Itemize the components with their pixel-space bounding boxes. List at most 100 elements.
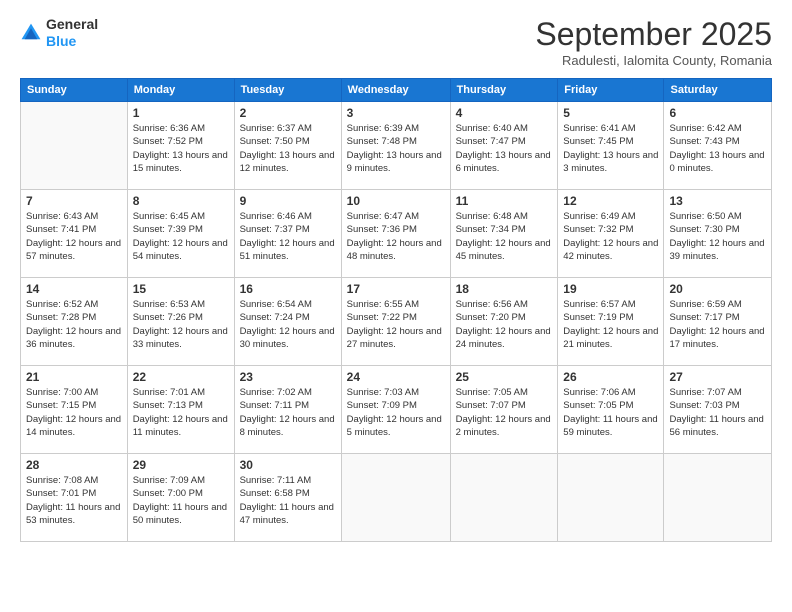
col-tuesday: Tuesday [234, 79, 341, 102]
calendar-week-4: 21Sunrise: 7:00 AM Sunset: 7:15 PM Dayli… [21, 366, 772, 454]
day-info: Sunrise: 6:50 AM Sunset: 7:30 PM Dayligh… [669, 210, 766, 263]
logo-icon [20, 22, 42, 44]
table-row: 13Sunrise: 6:50 AM Sunset: 7:30 PM Dayli… [664, 190, 772, 278]
day-info: Sunrise: 6:43 AM Sunset: 7:41 PM Dayligh… [26, 210, 122, 263]
day-number: 1 [133, 106, 229, 120]
table-row: 16 Sunrise: 6:54 AM Sunset: 7:24 PM Dayli… [234, 278, 341, 366]
title-block: September 2025 Radulesti, Ialomita Count… [535, 16, 772, 68]
table-row: 30 Sunrise: 7:11 AM Sunset: 6:58 PM Dayli… [234, 454, 341, 542]
day-info: Sunrise: 7:06 AM Sunset: 7:05 PM Dayligh… [563, 386, 658, 439]
table-row: 25Sunrise: 7:05 AM Sunset: 7:07 PM Dayli… [450, 366, 558, 454]
table-row: 15 Sunrise: 6:53 AM Sunset: 7:26 PM Dayli… [127, 278, 234, 366]
day-info: Sunrise: 7:03 AM Sunset: 7:09 PM Dayligh… [347, 386, 445, 439]
logo-blue: Blue [46, 33, 76, 49]
col-wednesday: Wednesday [341, 79, 450, 102]
month-title: September 2025 [535, 16, 772, 53]
table-row [450, 454, 558, 542]
day-info: Sunrise: 6:56 AM Sunset: 7:20 PM Dayligh… [456, 298, 553, 351]
calendar-week-5: 28 Sunrise: 7:08 AM Sunset: 7:01 PM Dayli… [21, 454, 772, 542]
logo-general: General [46, 16, 98, 32]
table-row: 18 Sunrise: 6:56 AM Sunset: 7:20 PM Dayli… [450, 278, 558, 366]
table-row [341, 454, 450, 542]
calendar-table: Sunday Monday Tuesday Wednesday Thursday… [20, 78, 772, 542]
day-number: 15 [133, 282, 229, 296]
day-info: Sunrise: 6:48 AM Sunset: 7:34 PM Dayligh… [456, 210, 553, 263]
day-info: Sunrise: 7:08 AM Sunset: 7:01 PM Dayligh… [26, 474, 122, 527]
table-row: 11 Sunrise: 6:48 AM Sunset: 7:34 PM Dayli… [450, 190, 558, 278]
day-info: Sunrise: 6:49 AM Sunset: 7:32 PM Dayligh… [563, 210, 658, 263]
calendar-week-3: 14 Sunrise: 6:52 AM Sunset: 7:28 PM Dayli… [21, 278, 772, 366]
day-info: Sunrise: 7:09 AM Sunset: 7:00 PM Dayligh… [133, 474, 229, 527]
day-number: 23 [240, 370, 336, 384]
day-number: 4 [456, 106, 553, 120]
day-number: 26 [563, 370, 658, 384]
day-number: 8 [133, 194, 229, 208]
day-info: Sunrise: 6:55 AM Sunset: 7:22 PM Dayligh… [347, 298, 445, 351]
day-number: 10 [347, 194, 445, 208]
table-row: 3Sunrise: 6:39 AM Sunset: 7:48 PM Daylig… [341, 102, 450, 190]
day-info: Sunrise: 6:54 AM Sunset: 7:24 PM Dayligh… [240, 298, 336, 351]
table-row: 29 Sunrise: 7:09 AM Sunset: 7:00 PM Dayli… [127, 454, 234, 542]
table-row: 21Sunrise: 7:00 AM Sunset: 7:15 PM Dayli… [21, 366, 128, 454]
table-row: 8 Sunrise: 6:45 AM Sunset: 7:39 PM Daylig… [127, 190, 234, 278]
day-info: Sunrise: 6:57 AM Sunset: 7:19 PM Dayligh… [563, 298, 658, 351]
table-row [21, 102, 128, 190]
table-row: 26 Sunrise: 7:06 AM Sunset: 7:05 PM Dayli… [558, 366, 664, 454]
table-row: 14 Sunrise: 6:52 AM Sunset: 7:28 PM Dayli… [21, 278, 128, 366]
table-row: 12 Sunrise: 6:49 AM Sunset: 7:32 PM Dayli… [558, 190, 664, 278]
day-number: 14 [26, 282, 122, 296]
day-number: 19 [563, 282, 658, 296]
calendar-body: 1Sunrise: 6:36 AM Sunset: 7:52 PM Daylig… [21, 102, 772, 542]
col-sunday: Sunday [21, 79, 128, 102]
day-number: 29 [133, 458, 229, 472]
table-row: 20 Sunrise: 6:59 AM Sunset: 7:17 PM Dayli… [664, 278, 772, 366]
day-info: Sunrise: 6:52 AM Sunset: 7:28 PM Dayligh… [26, 298, 122, 351]
day-info: Sunrise: 6:45 AM Sunset: 7:39 PM Dayligh… [133, 210, 229, 263]
day-info: Sunrise: 6:39 AM Sunset: 7:48 PM Dayligh… [347, 122, 445, 175]
day-info: Sunrise: 7:02 AM Sunset: 7:11 PM Dayligh… [240, 386, 336, 439]
header: General Blue September 2025 Radulesti, I… [20, 16, 772, 68]
day-number: 22 [133, 370, 229, 384]
table-row: 7 Sunrise: 6:43 AM Sunset: 7:41 PM Daylig… [21, 190, 128, 278]
day-number: 18 [456, 282, 553, 296]
day-info: Sunrise: 7:11 AM Sunset: 6:58 PM Dayligh… [240, 474, 336, 527]
header-row: Sunday Monday Tuesday Wednesday Thursday… [21, 79, 772, 102]
day-info: Sunrise: 6:37 AM Sunset: 7:50 PM Dayligh… [240, 122, 336, 175]
day-number: 17 [347, 282, 445, 296]
day-number: 12 [563, 194, 658, 208]
day-number: 30 [240, 458, 336, 472]
table-row: 28 Sunrise: 7:08 AM Sunset: 7:01 PM Dayli… [21, 454, 128, 542]
calendar-week-1: 1Sunrise: 6:36 AM Sunset: 7:52 PM Daylig… [21, 102, 772, 190]
col-saturday: Saturday [664, 79, 772, 102]
day-info: Sunrise: 6:59 AM Sunset: 7:17 PM Dayligh… [669, 298, 766, 351]
day-number: 20 [669, 282, 766, 296]
day-number: 6 [669, 106, 766, 120]
table-row [558, 454, 664, 542]
table-row: 4Sunrise: 6:40 AM Sunset: 7:47 PM Daylig… [450, 102, 558, 190]
day-info: Sunrise: 7:07 AM Sunset: 7:03 PM Dayligh… [669, 386, 766, 439]
day-number: 28 [26, 458, 122, 472]
table-row: 24Sunrise: 7:03 AM Sunset: 7:09 PM Dayli… [341, 366, 450, 454]
table-row: 6Sunrise: 6:42 AM Sunset: 7:43 PM Daylig… [664, 102, 772, 190]
day-number: 11 [456, 194, 553, 208]
table-row: 9Sunrise: 6:46 AM Sunset: 7:37 PM Daylig… [234, 190, 341, 278]
col-thursday: Thursday [450, 79, 558, 102]
table-row: 10Sunrise: 6:47 AM Sunset: 7:36 PM Dayli… [341, 190, 450, 278]
calendar-header: Sunday Monday Tuesday Wednesday Thursday… [21, 79, 772, 102]
day-info: Sunrise: 6:46 AM Sunset: 7:37 PM Dayligh… [240, 210, 336, 263]
day-number: 7 [26, 194, 122, 208]
day-number: 25 [456, 370, 553, 384]
table-row: 5Sunrise: 6:41 AM Sunset: 7:45 PM Daylig… [558, 102, 664, 190]
table-row: 1Sunrise: 6:36 AM Sunset: 7:52 PM Daylig… [127, 102, 234, 190]
calendar-week-2: 7 Sunrise: 6:43 AM Sunset: 7:41 PM Daylig… [21, 190, 772, 278]
table-row: 2Sunrise: 6:37 AM Sunset: 7:50 PM Daylig… [234, 102, 341, 190]
table-row: 23 Sunrise: 7:02 AM Sunset: 7:11 PM Dayli… [234, 366, 341, 454]
table-row: 27Sunrise: 7:07 AM Sunset: 7:03 PM Dayli… [664, 366, 772, 454]
day-info: Sunrise: 7:00 AM Sunset: 7:15 PM Dayligh… [26, 386, 122, 439]
page: General Blue September 2025 Radulesti, I… [0, 0, 792, 612]
table-row: 17 Sunrise: 6:55 AM Sunset: 7:22 PM Dayli… [341, 278, 450, 366]
day-number: 16 [240, 282, 336, 296]
col-monday: Monday [127, 79, 234, 102]
logo-text: General Blue [46, 16, 98, 50]
day-info: Sunrise: 6:53 AM Sunset: 7:26 PM Dayligh… [133, 298, 229, 351]
